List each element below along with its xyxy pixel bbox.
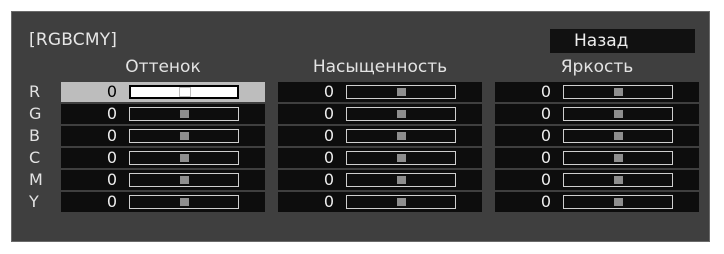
slider-value: 0 (540, 82, 551, 101)
slider-thumb-icon[interactable] (614, 88, 623, 96)
slider-m-saturation[interactable]: 0 (278, 170, 482, 190)
slider-value: 0 (106, 104, 117, 123)
slider-value: 0 (106, 126, 117, 145)
slider-y-hue[interactable]: 0 (61, 192, 265, 212)
rgbcmy-menu-panel: [RGBCMY] Назад Оттенок Насыщенность Ярко… (11, 11, 710, 242)
slider-thumb-icon[interactable] (179, 87, 191, 97)
slider-y-brightness[interactable]: 0 (495, 192, 699, 212)
slider-c-saturation[interactable]: 0 (278, 148, 482, 168)
slider-value: 0 (106, 82, 117, 101)
slider-r-brightness[interactable]: 0 (495, 82, 699, 102)
slider-track[interactable] (346, 107, 456, 121)
column-header-hue: Оттенок (125, 57, 201, 77)
slider-track[interactable] (563, 107, 673, 121)
slider-m-hue[interactable]: 0 (61, 170, 265, 190)
slider-track[interactable] (346, 129, 456, 143)
slider-value: 0 (106, 170, 117, 189)
slider-thumb-icon[interactable] (180, 132, 189, 140)
slider-thumb-icon[interactable] (614, 132, 623, 140)
slider-value: 0 (323, 82, 334, 101)
slider-track[interactable] (563, 195, 673, 209)
slider-g-saturation[interactable]: 0 (278, 104, 482, 124)
slider-value: 0 (106, 148, 117, 167)
slider-thumb-icon[interactable] (614, 110, 623, 118)
column-header-brightness: Яркость (560, 57, 634, 77)
slider-g-brightness[interactable]: 0 (495, 104, 699, 124)
slider-value: 0 (540, 104, 551, 123)
slider-y-saturation[interactable]: 0 (278, 192, 482, 212)
row-label-b: B (29, 126, 40, 145)
slider-thumb-icon[interactable] (397, 176, 406, 184)
slider-r-hue[interactable]: 0 (61, 82, 265, 102)
slider-r-saturation[interactable]: 0 (278, 82, 482, 102)
menu-title: [RGBCMY] (29, 30, 118, 50)
slider-value: 0 (323, 104, 334, 123)
row-label-m: M (29, 170, 43, 189)
slider-track[interactable] (129, 173, 239, 187)
slider-track[interactable] (346, 151, 456, 165)
slider-thumb-icon[interactable] (397, 154, 406, 162)
slider-value: 0 (540, 148, 551, 167)
slider-value: 0 (323, 192, 334, 211)
slider-value: 0 (106, 192, 117, 211)
slider-track[interactable] (129, 195, 239, 209)
slider-m-brightness[interactable]: 0 (495, 170, 699, 190)
slider-value: 0 (540, 192, 551, 211)
slider-thumb-icon[interactable] (180, 154, 189, 162)
slider-value: 0 (323, 170, 334, 189)
slider-c-brightness[interactable]: 0 (495, 148, 699, 168)
slider-track[interactable] (129, 107, 239, 121)
slider-track[interactable] (129, 129, 239, 143)
slider-thumb-icon[interactable] (397, 132, 406, 140)
slider-thumb-icon[interactable] (397, 88, 406, 96)
slider-thumb-icon[interactable] (614, 176, 623, 184)
slider-track[interactable] (346, 173, 456, 187)
row-label-c: C (29, 148, 41, 167)
slider-thumb-icon[interactable] (614, 198, 623, 206)
slider-thumb-icon[interactable] (180, 176, 189, 184)
slider-track[interactable] (563, 85, 673, 99)
slider-b-brightness[interactable]: 0 (495, 126, 699, 146)
slider-track[interactable] (346, 195, 456, 209)
slider-track[interactable] (563, 129, 673, 143)
slider-track[interactable] (346, 85, 456, 99)
slider-value: 0 (540, 126, 551, 145)
slider-g-hue[interactable]: 0 (61, 104, 265, 124)
row-label-r: R (29, 82, 41, 101)
back-button[interactable]: Назад (550, 29, 695, 53)
slider-value: 0 (323, 148, 334, 167)
slider-track[interactable] (129, 151, 239, 165)
row-label-g: G (29, 104, 42, 123)
slider-track[interactable] (563, 151, 673, 165)
slider-thumb-icon[interactable] (614, 154, 623, 162)
slider-value: 0 (323, 126, 334, 145)
slider-value: 0 (540, 170, 551, 189)
slider-b-saturation[interactable]: 0 (278, 126, 482, 146)
row-label-y: Y (29, 192, 39, 211)
slider-track[interactable] (129, 85, 239, 99)
slider-track[interactable] (563, 173, 673, 187)
slider-thumb-icon[interactable] (180, 198, 189, 206)
slider-b-hue[interactable]: 0 (61, 126, 265, 146)
column-header-saturation: Насыщенность (312, 57, 448, 77)
slider-thumb-icon[interactable] (397, 110, 406, 118)
slider-thumb-icon[interactable] (180, 110, 189, 118)
slider-c-hue[interactable]: 0 (61, 148, 265, 168)
slider-thumb-icon[interactable] (397, 198, 406, 206)
